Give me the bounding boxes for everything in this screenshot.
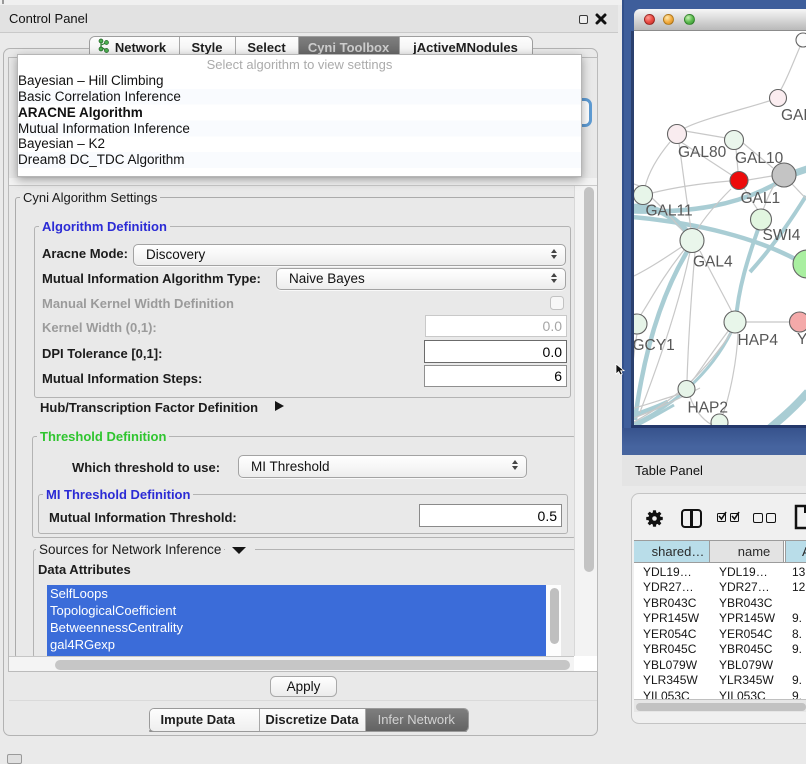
svg-text:GAL11: GAL11 xyxy=(646,203,693,220)
svg-text:GAL80: GAL80 xyxy=(678,144,727,161)
svg-text:GAL1: GAL1 xyxy=(741,190,781,207)
svg-text:GAL: GAL xyxy=(781,107,806,124)
svg-text:HAP2: HAP2 xyxy=(688,400,729,417)
svg-text:GAL10: GAL10 xyxy=(735,150,784,167)
svg-text:GAL4: GAL4 xyxy=(693,254,733,271)
svg-text:SWI4: SWI4 xyxy=(763,227,801,244)
svg-text:GCY1: GCY1 xyxy=(633,337,675,354)
svg-text:HAP4: HAP4 xyxy=(738,332,779,349)
svg-text:Y: Y xyxy=(797,331,806,348)
